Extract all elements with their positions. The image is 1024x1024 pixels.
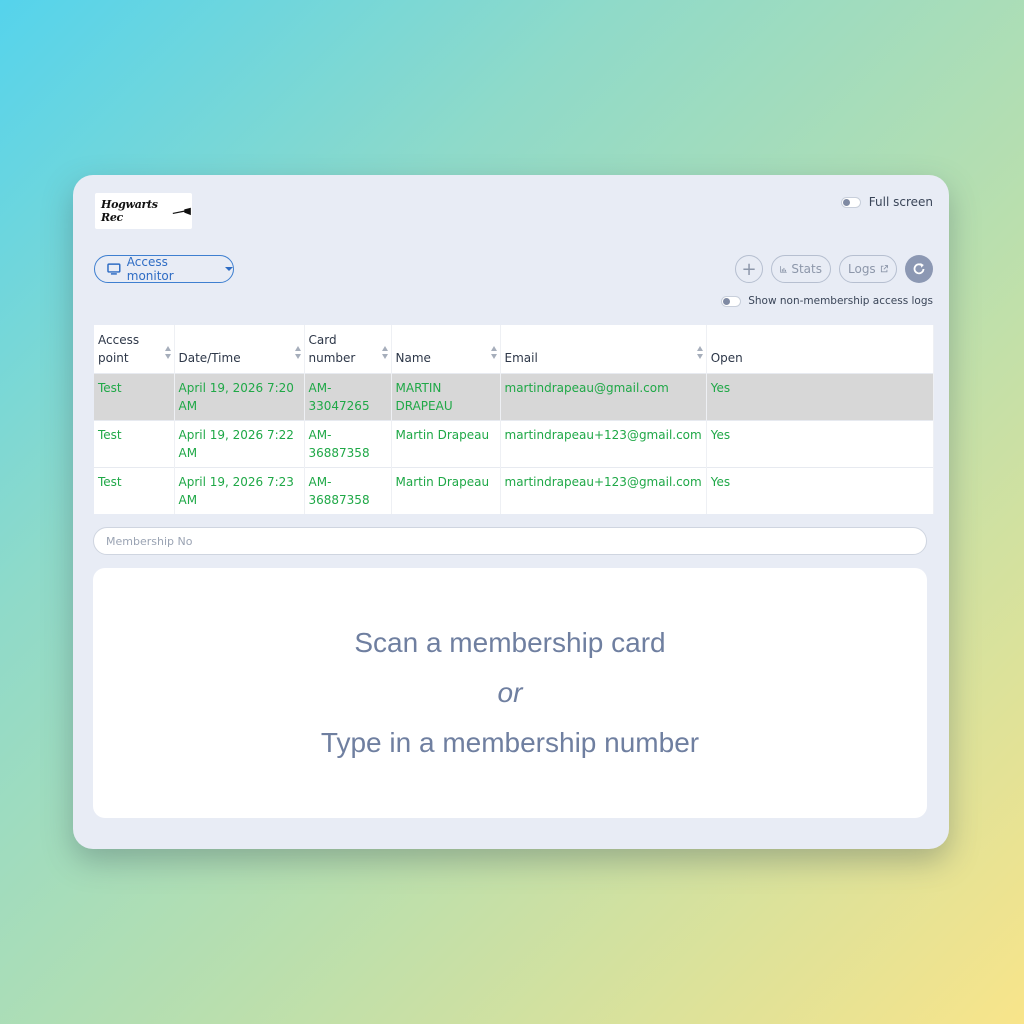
logs-label: Logs [848,262,876,276]
column-header-card-number[interactable]: Card number [304,325,392,374]
toolbar: + Stats Logs [735,255,933,283]
table-row[interactable]: Test April 19, 2026 7:20 AM AM-33047265 … [94,373,935,421]
table-header-row: Access point Date/Time Card number Name … [94,325,935,374]
cell-access-point: Test [94,467,175,514]
logo-text: Hogwarts Rec [101,198,158,224]
cell-card-number: AM-36887358 [304,467,392,514]
scan-prompt-line3: Type in a membership number [320,727,700,758]
cell-email: martindrapeau+123@gmail.com [500,467,707,514]
cell-name: Martin Drapeau [391,420,501,468]
column-header-datetime[interactable]: Date/Time [174,325,305,374]
column-label: Email [504,351,538,365]
stats-button[interactable]: Stats [771,255,831,283]
refresh-icon [913,263,925,275]
non-membership-switch[interactable] [721,295,742,307]
scan-prompt-panel: Scan a membership card or Type in a memb… [93,568,927,818]
cell-open: Yes [706,420,935,468]
cell-datetime: April 19, 2026 7:23 AM [174,467,305,514]
app-logo: Hogwarts Rec [95,193,192,229]
cell-email: martindrapeau@gmail.com [500,373,707,421]
column-label: Card number [308,333,356,365]
add-button[interactable]: + [735,255,763,283]
column-header-open[interactable]: Open [706,325,935,374]
fullscreen-label: Full screen [868,195,933,209]
access-monitor-panel: Hogwarts Rec Full screen Access monitor … [73,175,949,849]
access-monitor-label: Access monitor [126,255,174,283]
sort-icon[interactable] [294,346,302,359]
scan-prompt-line1: Scan a membership card [354,627,666,658]
access-monitor-dropdown[interactable]: Access monitor [94,255,234,283]
table-row[interactable]: Test April 19, 2026 7:23 AM AM-36887358 … [94,467,935,514]
sort-icon[interactable] [164,346,172,359]
stats-label: Stats [791,262,822,276]
logs-button[interactable]: Logs [839,255,897,283]
sort-icon[interactable] [381,346,389,359]
column-header-access-point[interactable]: Access point [94,325,175,374]
column-label: Name [395,351,431,365]
non-membership-toggle[interactable]: Show non-membership access logs [721,295,933,307]
cell-access-point: Test [94,373,175,421]
scan-prompt-or: or [497,677,523,708]
refresh-button[interactable] [905,255,933,283]
column-header-name[interactable]: Name [391,325,501,374]
column-header-email[interactable]: Email [500,325,707,374]
membership-number-input[interactable] [93,527,927,555]
monitor-icon [107,263,121,275]
table-row[interactable]: Test April 19, 2026 7:22 AM AM-36887358 … [94,420,935,468]
column-label: Open [710,351,743,365]
sort-icon[interactable] [696,346,704,359]
cell-card-number: AM-33047265 [304,373,392,421]
cell-open: Yes [706,467,935,514]
cell-access-point: Test [94,420,175,468]
access-log-table: Access point Date/Time Card number Name … [94,325,935,514]
plus-icon: + [741,258,757,280]
fullscreen-toggle[interactable]: Full screen [840,195,933,209]
cell-name: MARTIN DRAPEAU [391,373,501,421]
cell-name: Martin Drapeau [391,467,501,514]
broom-icon [173,207,192,216]
column-label: Date/Time [178,351,241,365]
column-label: Access point [98,333,140,365]
sort-icon[interactable] [490,346,498,359]
non-membership-label: Show non-membership access logs [748,295,933,307]
fullscreen-switch[interactable] [840,196,861,208]
cell-datetime: April 19, 2026 7:20 AM [174,373,305,421]
chevron-down-icon [225,267,233,271]
cell-email: martindrapeau+123@gmail.com [500,420,707,468]
chart-icon [780,265,787,273]
external-link-icon [880,265,888,273]
cell-card-number: AM-36887358 [304,420,392,468]
cell-open: Yes [706,373,935,421]
cell-datetime: April 19, 2026 7:22 AM [174,420,305,468]
